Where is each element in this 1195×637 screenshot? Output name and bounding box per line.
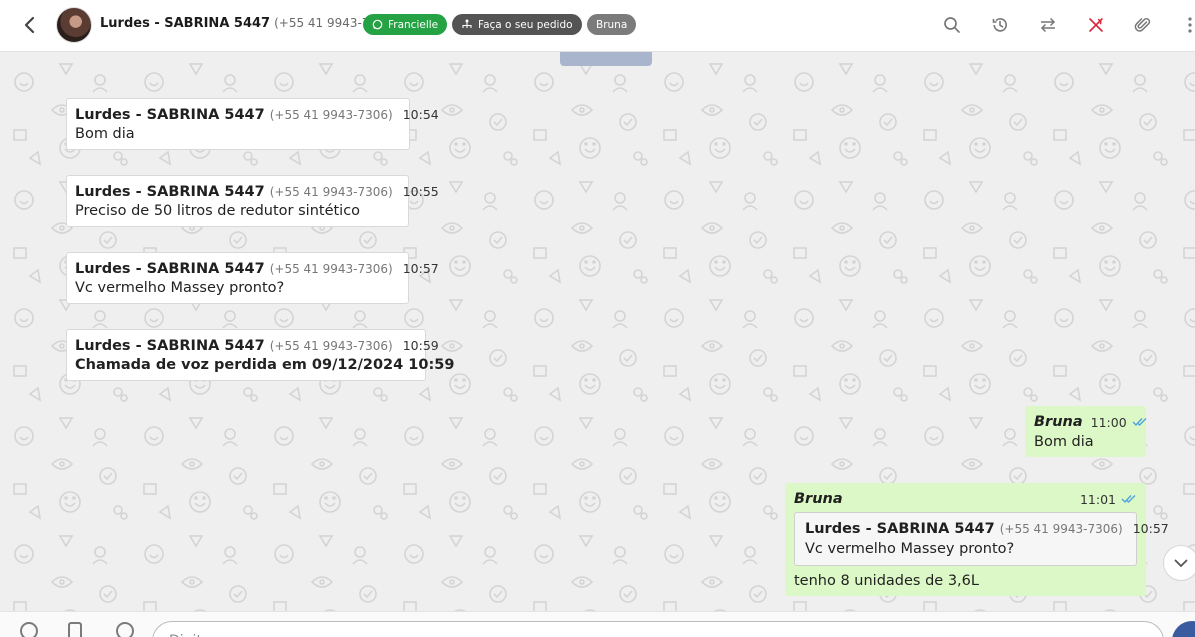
message-time: 10:54 [402, 107, 439, 122]
message-text: Bom dia [1034, 434, 1094, 450]
message-sender: Lurdes - SABRINA 5447 [75, 184, 265, 200]
message-input[interactable] [152, 621, 1164, 637]
message-text: Preciso de 50 litros de redutor sintétic… [75, 203, 361, 219]
history-icon[interactable] [990, 15, 1010, 35]
incoming-message[interactable]: Lurdes - SABRINA 5447 (+55 41 9943-7306)… [66, 175, 439, 227]
message-time: 10:59 [402, 338, 439, 353]
chevron-down-icon [1174, 559, 1188, 567]
tag-faca-o-seu-pedido[interactable]: Faça o seu pedido [452, 14, 582, 35]
message-text: Bom dia [75, 126, 135, 142]
message-sender: Lurdes - SABRINA 5447 [75, 107, 265, 123]
message-sender-phone: (+55 41 9943-7306) [269, 185, 393, 199]
tag-label: Faça o seu pedido [478, 18, 573, 31]
outgoing-message[interactable]: Bruna 11:01 Lurdes - SABRINA 5447 (+55 4… [785, 483, 1169, 596]
chat-header: Lurdes - SABRINA 5447 (+55 41 9943-7306)… [0, 0, 1195, 52]
tag-label: Bruna [596, 18, 628, 31]
message-sender-phone: (+55 41 9943-7306) [269, 339, 393, 353]
quoted-time: 10:57 [1132, 521, 1169, 536]
flow-icon [462, 19, 472, 28]
more-options-icon[interactable] [1184, 15, 1195, 35]
scroll-to-bottom-button[interactable] [1163, 545, 1195, 581]
emoji-icon[interactable] [20, 622, 38, 637]
contact-info[interactable]: Lurdes - SABRINA 5447 (+55 41 9943-7306) [100, 16, 397, 31]
quoted-sender: Lurdes - SABRINA 5447 [805, 521, 995, 537]
incoming-message[interactable]: Lurdes - SABRINA 5447 (+55 41 9943-7306)… [66, 98, 439, 150]
back-arrow-icon[interactable] [20, 14, 38, 36]
message-sender: Lurdes - SABRINA 5447 [75, 338, 265, 354]
chat-area[interactable]: Lurdes - SABRINA 5447 (+55 41 9943-7306)… [0, 52, 1195, 611]
missed-call-text: Chamada de voz perdida em 09/12/2024 10:… [75, 357, 455, 373]
tag-francielle[interactable]: Francielle [363, 14, 448, 35]
tag-label: Francielle [388, 18, 439, 31]
message-time: 11:00 [1090, 414, 1127, 430]
tag-bruna[interactable]: Bruna [587, 14, 637, 35]
incoming-message[interactable]: Lurdes - SABRINA 5447 (+55 41 9943-7306)… [66, 252, 439, 304]
attach-file-icon[interactable] [68, 622, 82, 637]
search-icon[interactable] [942, 15, 962, 35]
message-sender-phone: (+55 41 9943-7306) [269, 108, 393, 122]
date-separator-pill [560, 52, 652, 66]
contact-name: Lurdes - SABRINA 5447 [100, 16, 271, 31]
quoted-message[interactable]: Lurdes - SABRINA 5447 (+55 41 9943-7306)… [794, 512, 1169, 566]
send-button[interactable] [1172, 621, 1195, 637]
message-agent: Bruna [794, 491, 843, 507]
message-sender: Lurdes - SABRINA 5447 [75, 261, 265, 277]
composer-bar [0, 611, 1195, 637]
close-ticket-icon[interactable] [1086, 15, 1106, 35]
transfer-icon[interactable] [1038, 15, 1058, 35]
message-sender-phone: (+55 41 9943-7306) [269, 262, 393, 276]
incoming-message[interactable]: Lurdes - SABRINA 5447 (+55 41 9943-7306)… [66, 329, 455, 381]
message-agent: Bruna [1034, 414, 1083, 430]
quick-reply-icon[interactable] [116, 622, 134, 637]
message-text: Vc vermelho Massey pronto? [75, 280, 285, 296]
outgoing-message[interactable]: Bruna 11:00 Bom dia [1025, 406, 1148, 457]
message-time: 10:57 [402, 261, 439, 276]
message-time: 11:01 [1079, 491, 1116, 507]
message-time: 10:55 [402, 184, 439, 199]
quoted-text: Vc vermelho Massey pronto? [805, 541, 1015, 557]
read-receipt-icon [1132, 417, 1148, 427]
attachment-icon[interactable] [1133, 15, 1153, 35]
message-text: tenho 8 unidades de 3,6L [794, 573, 979, 589]
whatsapp-icon [372, 19, 383, 30]
contact-avatar[interactable] [56, 7, 92, 43]
read-receipt-icon [1121, 494, 1137, 504]
quoted-sender-phone: (+55 41 9943-7306) [999, 522, 1123, 536]
